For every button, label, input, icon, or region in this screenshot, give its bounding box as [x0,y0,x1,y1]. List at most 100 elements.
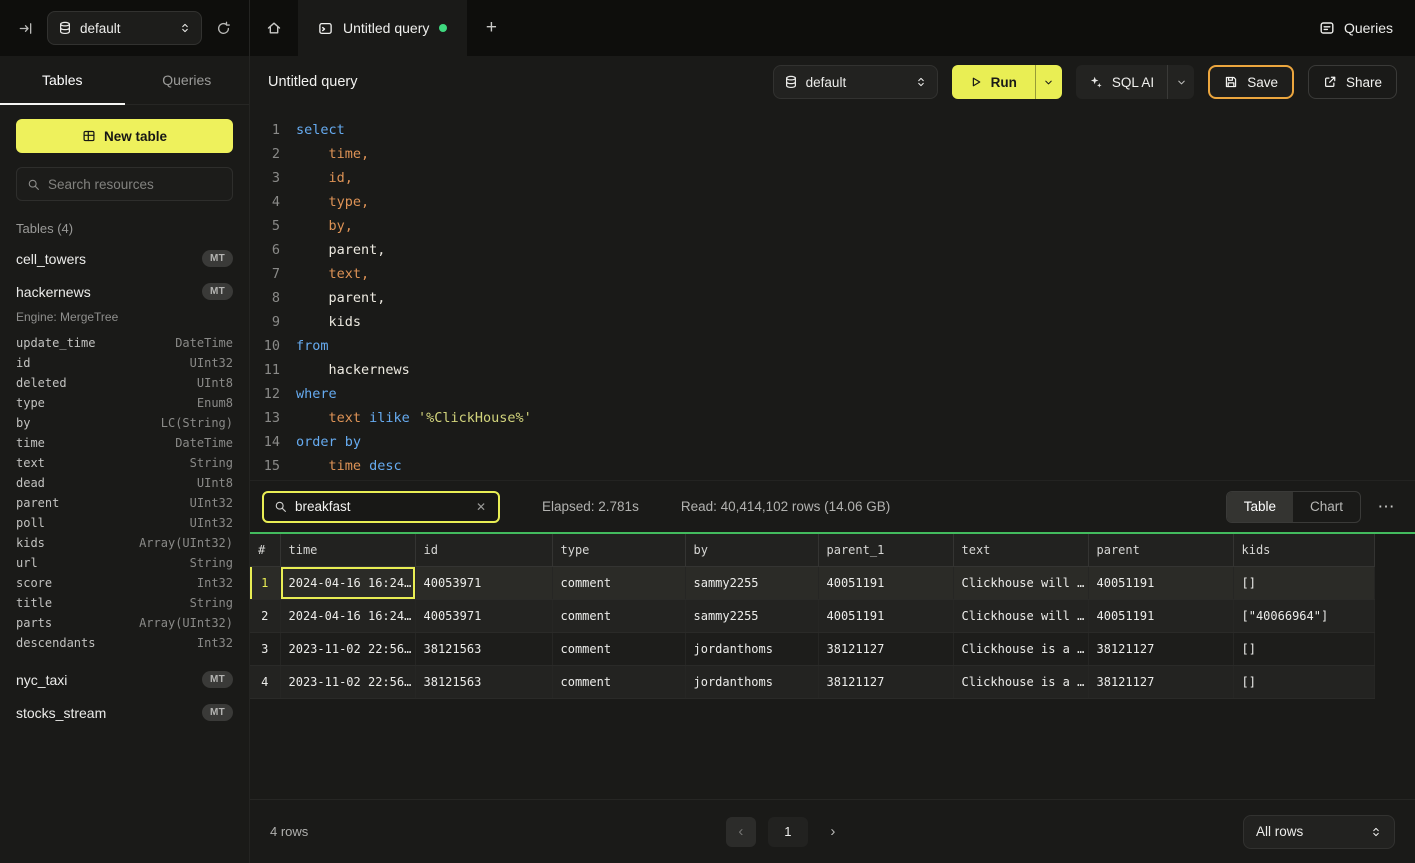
cell[interactable]: 38121127 [1088,632,1233,665]
query-database-selector[interactable]: default [773,65,938,99]
column-header-time[interactable]: time [280,534,415,566]
share-button[interactable]: Share [1308,65,1397,99]
column-header-text[interactable]: text [953,534,1088,566]
sidebar-search[interactable] [16,167,233,201]
next-page-button[interactable]: › [820,817,846,847]
more-options-button[interactable]: ⋯ [1369,497,1403,517]
column-row[interactable]: urlString [16,553,233,573]
column-row[interactable]: textString [16,453,233,473]
sql-ai-button[interactable]: SQL AI [1076,65,1194,99]
run-options-button[interactable] [1035,65,1062,99]
cell[interactable]: [] [1233,566,1374,599]
cell[interactable]: 2024-04-16 16:24… [280,599,415,632]
code-line[interactable]: 4 type, [250,190,1415,214]
sidebar-search-input[interactable] [48,177,222,192]
row-number[interactable]: 3 [250,632,280,665]
column-header-parent_1[interactable]: parent_1 [818,534,953,566]
sidebar-tab-tables[interactable]: Tables [0,56,125,104]
results-search-input[interactable] [295,499,466,514]
code-line[interactable]: 3 id, [250,166,1415,190]
code-line[interactable]: 8 parent, [250,286,1415,310]
new-table-button[interactable]: New table [16,119,233,153]
column-row[interactable]: update_timeDateTime [16,333,233,353]
view-table-button[interactable]: Table [1227,492,1293,522]
column-header-by[interactable]: by [685,534,818,566]
cell[interactable]: Clickhouse is a … [953,665,1088,698]
column-row[interactable]: descendantsInt32 [16,633,233,653]
column-row[interactable]: scoreInt32 [16,573,233,593]
cell[interactable]: ["40066964"] [1233,599,1374,632]
cell[interactable]: 38121127 [1088,665,1233,698]
code-line[interactable]: 14order by [250,430,1415,454]
code-line[interactable]: 7 text, [250,262,1415,286]
cell[interactable]: comment [552,665,685,698]
cell[interactable]: 2023-11-02 22:56… [280,632,415,665]
cell[interactable]: Clickhouse is a … [953,632,1088,665]
cell[interactable]: 40051191 [818,566,953,599]
column-row[interactable]: pollUInt32 [16,513,233,533]
code-line[interactable]: 15 time desc [250,454,1415,478]
row-number[interactable]: 1 [250,566,280,599]
cell[interactable]: 2024-04-16 16:24… [280,566,415,599]
code-line[interactable]: 5 by, [250,214,1415,238]
code-line[interactable]: 13 text ilike '%ClickHouse%' [250,406,1415,430]
cell[interactable]: [] [1233,632,1374,665]
code-line[interactable]: 12where [250,382,1415,406]
cell[interactable]: 40051191 [1088,599,1233,632]
cell[interactable]: jordanthoms [685,665,818,698]
column-row[interactable]: partsArray(UInt32) [16,613,233,633]
cell[interactable]: 38121127 [818,665,953,698]
cell[interactable]: Clickhouse will … [953,599,1088,632]
results-search[interactable]: ✕ [262,491,500,523]
code-line[interactable]: 11 hackernews [250,358,1415,382]
topbar-database-selector[interactable]: default [47,11,202,45]
cell[interactable]: jordanthoms [685,632,818,665]
clear-search-button[interactable]: ✕ [474,498,488,516]
column-row[interactable]: kidsArray(UInt32) [16,533,233,553]
column-header-id[interactable]: id [415,534,552,566]
collapse-sidebar-button[interactable] [14,17,37,40]
tab-home[interactable] [250,0,298,56]
column-header-hash[interactable]: # [250,534,280,566]
cell[interactable]: 2023-11-02 22:56… [280,665,415,698]
sql-editor[interactable]: 1select2 time,3 id,4 type,5 by,6 parent,… [250,108,1415,480]
cell[interactable]: sammy2255 [685,599,818,632]
column-header-kids[interactable]: kids [1233,534,1374,566]
queries-button[interactable]: Queries [1319,20,1393,36]
sidebar-table-nyc_taxi[interactable]: nyc_taxiMT [16,663,233,696]
column-row[interactable]: deletedUInt8 [16,373,233,393]
cell[interactable]: 40051191 [1088,566,1233,599]
column-row[interactable]: timeDateTime [16,433,233,453]
new-tab-button[interactable]: + [467,0,515,56]
cell[interactable]: [] [1233,665,1374,698]
page-size-selector[interactable]: All rows [1243,815,1395,849]
code-line[interactable]: 6 parent, [250,238,1415,262]
sidebar-tab-queries[interactable]: Queries [125,56,250,104]
cell[interactable]: comment [552,599,685,632]
cell[interactable]: Clickhouse will … [953,566,1088,599]
refresh-button[interactable] [212,17,235,40]
code-line[interactable]: 1select [250,118,1415,142]
column-row[interactable]: parentUInt32 [16,493,233,513]
column-row[interactable]: titleString [16,593,233,613]
column-header-type[interactable]: type [552,534,685,566]
previous-page-button[interactable]: ‹ [726,817,756,847]
column-row[interactable]: byLC(String) [16,413,233,433]
sql-ai-options-button[interactable] [1168,65,1194,99]
code-line[interactable]: 10from [250,334,1415,358]
cell[interactable]: sammy2255 [685,566,818,599]
cell[interactable]: 38121127 [818,632,953,665]
column-row[interactable]: idUInt32 [16,353,233,373]
code-line[interactable]: 2 time, [250,142,1415,166]
cell[interactable]: 38121563 [415,632,552,665]
save-button[interactable]: Save [1208,65,1294,99]
code-line[interactable]: 9 kids [250,310,1415,334]
tab-untitled-query[interactable]: Untitled query [298,0,467,56]
cell[interactable]: 40053971 [415,566,552,599]
cell[interactable]: comment [552,632,685,665]
row-number[interactable]: 4 [250,665,280,698]
column-row[interactable]: typeEnum8 [16,393,233,413]
cell[interactable]: 38121563 [415,665,552,698]
sidebar-table-stocks_stream[interactable]: stocks_streamMT [16,696,233,729]
view-chart-button[interactable]: Chart [1293,492,1360,522]
